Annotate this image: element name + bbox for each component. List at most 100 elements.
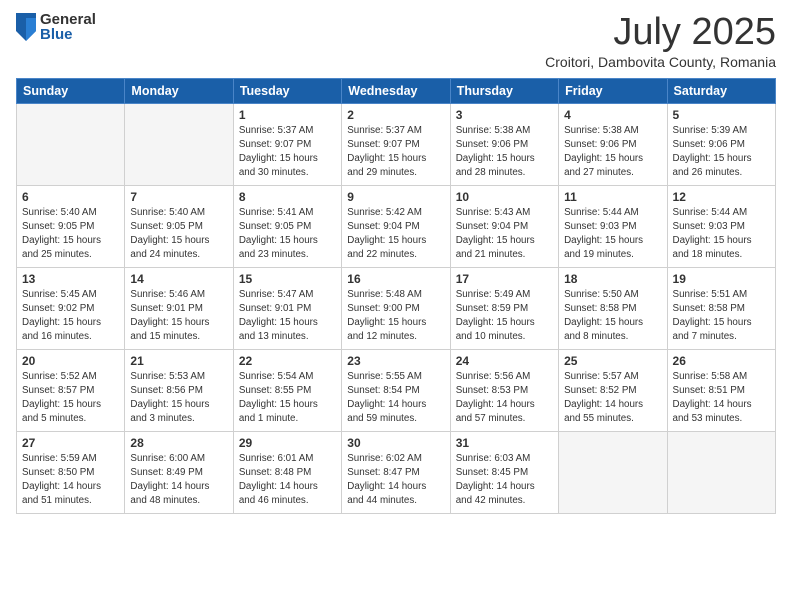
day-info: Sunrise: 6:01 AM Sunset: 8:48 PM Dayligh…	[239, 452, 336, 509]
col-friday: Friday	[559, 78, 667, 103]
day-info: Sunrise: 5:44 AM Sunset: 9:03 PM Dayligh…	[564, 206, 661, 263]
day-number: 29	[239, 436, 336, 450]
day-info: Sunrise: 5:58 AM Sunset: 8:51 PM Dayligh…	[673, 370, 770, 427]
col-sunday: Sunday	[17, 78, 125, 103]
day-number: 4	[564, 108, 661, 122]
calendar-cell: 23 Sunrise: 5:55 AM Sunset: 8:54 PM Dayli…	[342, 349, 450, 431]
calendar-week-4: 20 Sunrise: 5:52 AM Sunset: 8:57 PM Dayli…	[17, 349, 776, 431]
day-number: 3	[456, 108, 553, 122]
day-number: 28	[130, 436, 227, 450]
day-number: 13	[22, 272, 119, 286]
calendar-cell: 3 Sunrise: 5:38 AM Sunset: 9:06 PM Daylig…	[450, 103, 558, 185]
day-info: Sunrise: 5:45 AM Sunset: 9:02 PM Dayligh…	[22, 288, 119, 345]
title-block: July 2025 Croitori, Dambovita County, Ro…	[545, 12, 776, 70]
day-number: 24	[456, 354, 553, 368]
day-number: 6	[22, 190, 119, 204]
calendar-cell: 24 Sunrise: 5:56 AM Sunset: 8:53 PM Dayli…	[450, 349, 558, 431]
calendar-cell: 25 Sunrise: 5:57 AM Sunset: 8:52 PM Dayli…	[559, 349, 667, 431]
day-number: 23	[347, 354, 444, 368]
calendar-cell: 12 Sunrise: 5:44 AM Sunset: 9:03 PM Dayli…	[667, 185, 775, 267]
day-number: 19	[673, 272, 770, 286]
calendar-cell: 26 Sunrise: 5:58 AM Sunset: 8:51 PM Dayli…	[667, 349, 775, 431]
col-saturday: Saturday	[667, 78, 775, 103]
calendar-cell: 1Sunrise: 5:37 AM Sunset: 9:07 PM Daylig…	[233, 103, 341, 185]
day-info: Sunrise: 5:47 AM Sunset: 9:01 PM Dayligh…	[239, 288, 336, 345]
day-info: Sunrise: 5:42 AM Sunset: 9:04 PM Dayligh…	[347, 206, 444, 263]
day-info: Sunrise: 5:56 AM Sunset: 8:53 PM Dayligh…	[456, 370, 553, 427]
day-number: 12	[673, 190, 770, 204]
day-info: Sunrise: 6:02 AM Sunset: 8:47 PM Dayligh…	[347, 452, 444, 509]
day-info: Sunrise: 5:57 AM Sunset: 8:52 PM Dayligh…	[564, 370, 661, 427]
calendar-cell: 18 Sunrise: 5:50 AM Sunset: 8:58 PM Dayli…	[559, 267, 667, 349]
calendar-cell: 2 Sunrise: 5:37 AM Sunset: 9:07 PM Daylig…	[342, 103, 450, 185]
logo-blue: Blue	[40, 27, 96, 42]
calendar-week-1: 1 Sunrise: 5:37 AM Sunset: 9:07 PM Daylig…	[17, 103, 776, 185]
calendar-cell: 28Sunrise: 6:00 AM Sunset: 8:49 PM Dayli…	[125, 431, 233, 513]
day-info: Sunrise: 5:38 AM Sunset: 9:06 PM Dayligh…	[564, 124, 661, 181]
day-info: Sunrise: 5:40 AM Sunset: 9:05 PM Dayligh…	[130, 206, 227, 263]
day-number: 14	[130, 272, 227, 286]
day-info: Sunrise: 5:52 AM Sunset: 8:57 PM Dayligh…	[22, 370, 119, 427]
day-info: Sunrise: 5:59 AM Sunset: 8:50 PM Dayligh…	[22, 452, 119, 509]
day-info: Sunrise: 5:38 AM Sunset: 9:06 PM Dayligh…	[456, 124, 553, 181]
day-info: Sunrise: 5:53 AM Sunset: 8:56 PM Dayligh…	[130, 370, 227, 427]
day-number: 16	[347, 272, 444, 286]
col-thursday: Thursday	[450, 78, 558, 103]
calendar-cell	[17, 103, 125, 185]
col-monday: Monday	[125, 78, 233, 103]
day-info: Sunrise: 5:44 AM Sunset: 9:03 PM Dayligh…	[673, 206, 770, 263]
calendar-cell: 17Sunrise: 5:49 AM Sunset: 8:59 PM Dayli…	[450, 267, 558, 349]
calendar-cell: 29 Sunrise: 6:01 AM Sunset: 8:48 PM Dayli…	[233, 431, 341, 513]
calendar-cell: 8Sunrise: 5:41 AM Sunset: 9:05 PM Daylig…	[233, 185, 341, 267]
day-number: 9	[347, 190, 444, 204]
calendar-header-row: Sunday Monday Tuesday Wednesday Thursday…	[17, 78, 776, 103]
day-number: 1	[239, 108, 336, 122]
day-number: 18	[564, 272, 661, 286]
day-number: 15	[239, 272, 336, 286]
day-info: Sunrise: 5:37 AM Sunset: 9:07 PM Dayligh…	[347, 124, 444, 181]
day-info: Sunrise: 5:55 AM Sunset: 8:54 PM Dayligh…	[347, 370, 444, 427]
calendar-cell	[559, 431, 667, 513]
day-info: Sunrise: 6:03 AM Sunset: 8:45 PM Dayligh…	[456, 452, 553, 509]
calendar-week-5: 27 Sunrise: 5:59 AM Sunset: 8:50 PM Dayli…	[17, 431, 776, 513]
day-number: 22	[239, 354, 336, 368]
day-number: 21	[130, 354, 227, 368]
day-info: Sunrise: 5:46 AM Sunset: 9:01 PM Dayligh…	[130, 288, 227, 345]
day-number: 5	[673, 108, 770, 122]
day-info: Sunrise: 5:48 AM Sunset: 9:00 PM Dayligh…	[347, 288, 444, 345]
calendar-cell: 20 Sunrise: 5:52 AM Sunset: 8:57 PM Dayli…	[17, 349, 125, 431]
day-number: 20	[22, 354, 119, 368]
day-info: Sunrise: 5:51 AM Sunset: 8:58 PM Dayligh…	[673, 288, 770, 345]
header: General Blue July 2025 Croitori, Dambovi…	[16, 12, 776, 70]
calendar-cell: 11Sunrise: 5:44 AM Sunset: 9:03 PM Dayli…	[559, 185, 667, 267]
month-title: July 2025	[545, 12, 776, 54]
day-info: Sunrise: 5:50 AM Sunset: 8:58 PM Dayligh…	[564, 288, 661, 345]
day-number: 10	[456, 190, 553, 204]
col-tuesday: Tuesday	[233, 78, 341, 103]
logo-general: General	[40, 12, 96, 27]
calendar-cell: 4 Sunrise: 5:38 AM Sunset: 9:06 PM Daylig…	[559, 103, 667, 185]
calendar-cell: 16 Sunrise: 5:48 AM Sunset: 9:00 PM Dayli…	[342, 267, 450, 349]
subtitle: Croitori, Dambovita County, Romania	[545, 54, 776, 70]
calendar-cell: 27 Sunrise: 5:59 AM Sunset: 8:50 PM Dayli…	[17, 431, 125, 513]
day-info: Sunrise: 5:41 AM Sunset: 9:05 PM Dayligh…	[239, 206, 336, 263]
logo: General Blue	[16, 12, 96, 42]
calendar-cell: 14 Sunrise: 5:46 AM Sunset: 9:01 PM Dayli…	[125, 267, 233, 349]
day-number: 25	[564, 354, 661, 368]
calendar-cell	[667, 431, 775, 513]
calendar-cell: 19 Sunrise: 5:51 AM Sunset: 8:58 PM Dayli…	[667, 267, 775, 349]
calendar-cell: 22 Sunrise: 5:54 AM Sunset: 8:55 PM Dayli…	[233, 349, 341, 431]
calendar-cell	[125, 103, 233, 185]
day-info: Sunrise: 5:43 AM Sunset: 9:04 PM Dayligh…	[456, 206, 553, 263]
day-number: 26	[673, 354, 770, 368]
day-number: 2	[347, 108, 444, 122]
logo-text: General Blue	[40, 12, 96, 42]
calendar-week-3: 13 Sunrise: 5:45 AM Sunset: 9:02 PM Dayli…	[17, 267, 776, 349]
day-info: Sunrise: 5:39 AM Sunset: 9:06 PM Dayligh…	[673, 124, 770, 181]
calendar-cell: 30 Sunrise: 6:02 AM Sunset: 8:47 PM Dayli…	[342, 431, 450, 513]
day-number: 27	[22, 436, 119, 450]
day-number: 31	[456, 436, 553, 450]
calendar-cell: 31 Sunrise: 6:03 AM Sunset: 8:45 PM Dayli…	[450, 431, 558, 513]
day-number: 30	[347, 436, 444, 450]
day-info: Sunrise: 5:54 AM Sunset: 8:55 PM Dayligh…	[239, 370, 336, 427]
